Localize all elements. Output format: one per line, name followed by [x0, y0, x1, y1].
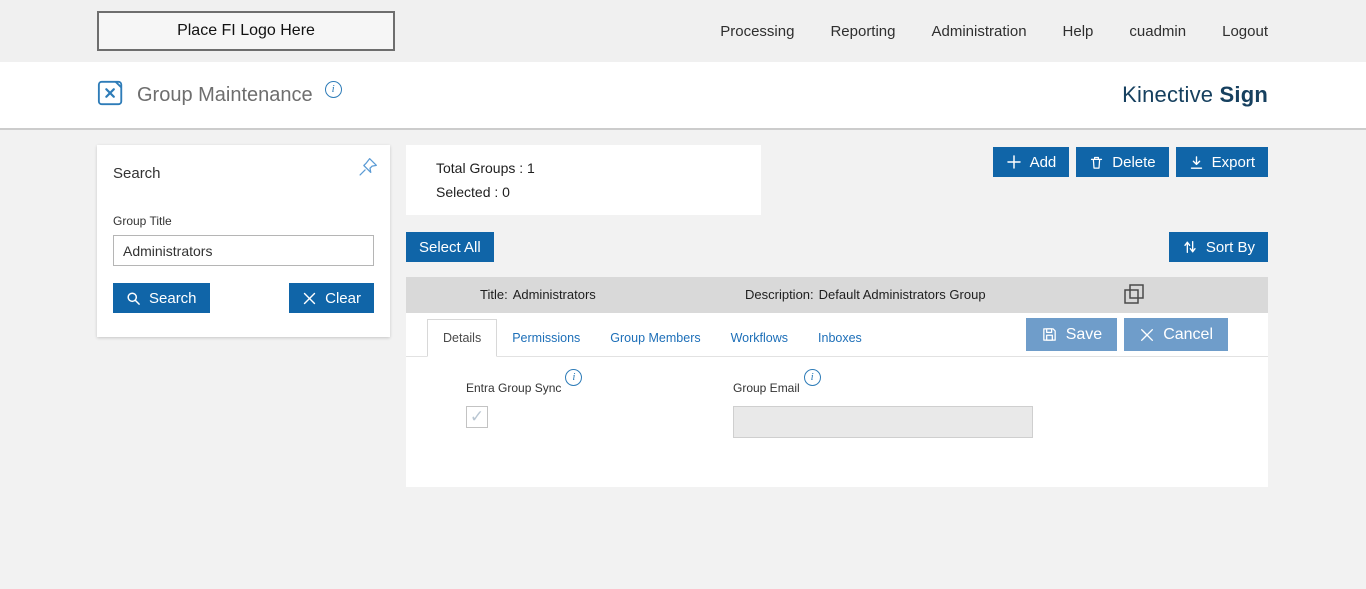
- cancel-button[interactable]: Cancel: [1124, 318, 1228, 351]
- save-floppy-icon: [1041, 326, 1058, 343]
- nav-administration[interactable]: Administration: [932, 23, 1027, 40]
- sort-by-button[interactable]: Sort By: [1168, 232, 1268, 262]
- tab-inboxes[interactable]: Inboxes: [803, 320, 877, 356]
- pin-icon[interactable]: [358, 157, 378, 180]
- group-maintenance-icon: [97, 79, 125, 112]
- cancel-x-icon: [1139, 327, 1155, 343]
- delete-trash-icon: [1089, 155, 1104, 170]
- group-email-field: Group Email i: [733, 369, 1033, 438]
- group-title-input[interactable]: [113, 235, 374, 266]
- search-panel-title: Search: [113, 165, 161, 182]
- brand-logo: Kinective Sign: [1122, 82, 1268, 108]
- group-row-description: Description: Default Administrators Group: [745, 287, 986, 302]
- total-groups-count: Total Groups : 1: [436, 160, 535, 176]
- clear-x-icon: [302, 291, 317, 306]
- tab-permissions[interactable]: Permissions: [497, 320, 595, 356]
- entra-group-sync-info-icon[interactable]: i: [565, 369, 583, 386]
- nav-reporting[interactable]: Reporting: [830, 23, 895, 40]
- export-download-icon: [1189, 155, 1204, 170]
- detail-actions: Save Cancel: [1025, 318, 1228, 351]
- group-list-row[interactable]: Title: Administrators Description: Default…: [406, 277, 1268, 313]
- nav-user-cuadmin[interactable]: cuadmin: [1129, 23, 1186, 40]
- copy-icon[interactable]: [1122, 282, 1146, 309]
- select-all-button[interactable]: Select All: [406, 232, 494, 262]
- entra-group-sync-checkbox[interactable]: ✓: [466, 406, 488, 428]
- search-button[interactable]: Search: [113, 283, 210, 313]
- top-navigation: Processing Reporting Administration Help…: [720, 23, 1268, 40]
- checkmark-icon: ✓: [469, 407, 485, 426]
- export-button[interactable]: Export: [1175, 147, 1268, 177]
- details-tab-content: Entra Group Sync i ✓ Group Email i: [406, 357, 1268, 438]
- group-detail-panel: Details Permissions Group Members Workfl…: [406, 313, 1268, 487]
- delete-button[interactable]: Delete: [1076, 147, 1169, 177]
- tab-details[interactable]: Details: [427, 319, 498, 357]
- group-email-info-icon[interactable]: i: [803, 369, 821, 386]
- page: Place FI Logo Here Processing Reporting …: [0, 0, 1366, 589]
- tab-workflows[interactable]: Workflows: [716, 320, 803, 356]
- group-email-label: Group Email: [733, 381, 800, 395]
- fi-logo-text: Place FI Logo Here: [177, 22, 315, 39]
- group-actions-toolbar: Add Delete Export: [992, 147, 1268, 177]
- save-button[interactable]: Save: [1025, 318, 1118, 351]
- add-button[interactable]: Add: [992, 147, 1070, 177]
- search-icon: [126, 291, 141, 306]
- brand-first: Kinective: [1122, 82, 1220, 107]
- fi-logo-placeholder: Place FI Logo Here: [97, 11, 395, 51]
- group-email-input: [733, 406, 1033, 438]
- nav-processing[interactable]: Processing: [720, 23, 794, 40]
- top-bar: Place FI Logo Here Processing Reporting …: [0, 0, 1366, 62]
- nav-help[interactable]: Help: [1063, 23, 1094, 40]
- group-row-title: Title: Administrators: [480, 287, 596, 302]
- groups-summary: Total Groups : 1 Selected : 0: [406, 145, 761, 215]
- main-area: Search Group Title Search: [0, 130, 1366, 487]
- nav-logout[interactable]: Logout: [1222, 23, 1268, 40]
- page-header: Group Maintenance i Kinective Sign: [0, 62, 1366, 130]
- page-title-info-icon[interactable]: i: [324, 80, 342, 98]
- content-area: Total Groups : 1 Selected : 0 Add Delete…: [406, 145, 1268, 487]
- brand-second: Sign: [1219, 82, 1268, 107]
- add-plus-icon: [1006, 154, 1022, 170]
- group-title-label: Group Title: [113, 214, 172, 228]
- page-title: Group Maintenance: [137, 83, 313, 106]
- entra-group-sync-label: Entra Group Sync: [466, 381, 562, 395]
- clear-button[interactable]: Clear: [289, 283, 374, 313]
- sort-icon: [1182, 239, 1198, 255]
- tab-strip: Details Permissions Group Members Workfl…: [406, 313, 1268, 357]
- selected-count: Selected : 0: [436, 184, 510, 200]
- tab-group-members[interactable]: Group Members: [595, 320, 715, 356]
- entra-group-sync-field: Entra Group Sync i ✓: [466, 369, 733, 438]
- search-panel: Search Group Title Search: [97, 145, 390, 337]
